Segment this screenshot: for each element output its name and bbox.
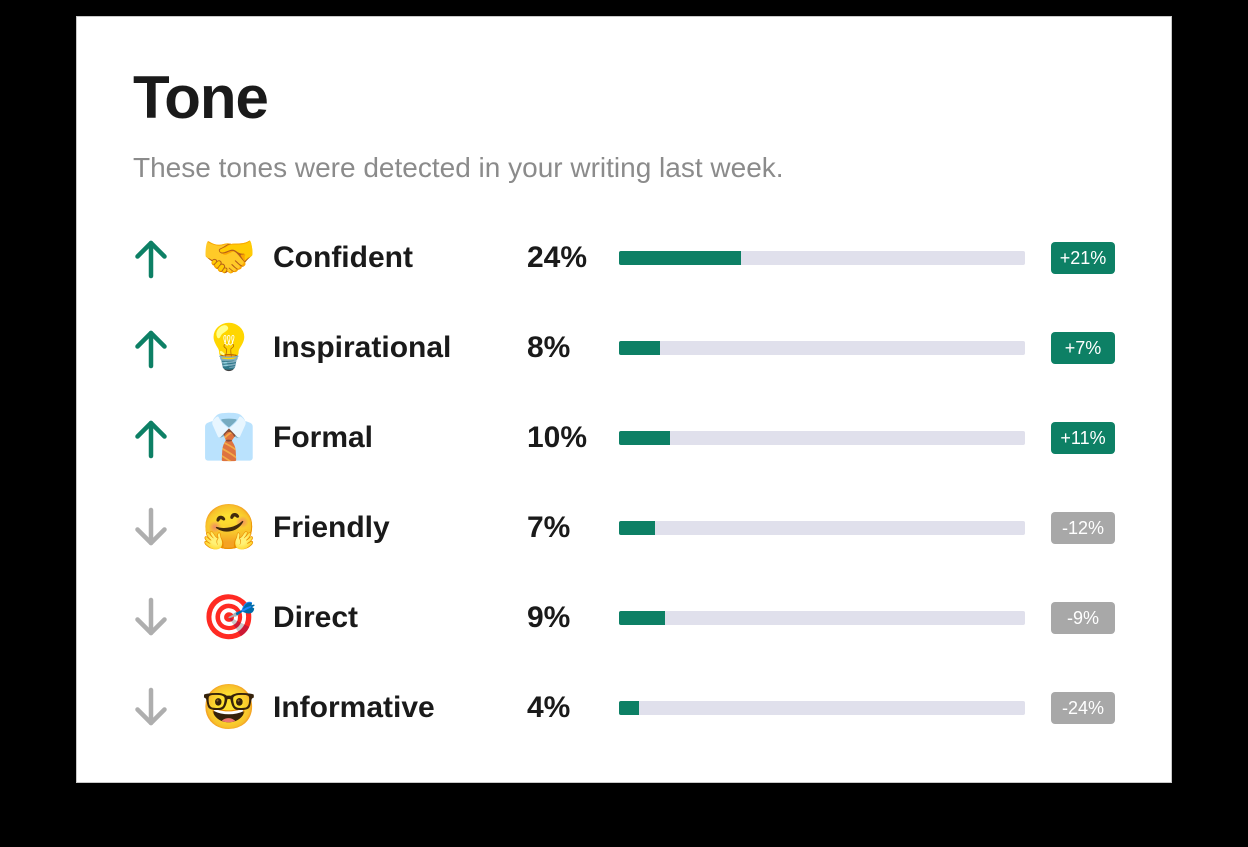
- tone-percent: 4%: [527, 691, 607, 725]
- tone-emoji-icon: 🤗: [197, 506, 261, 550]
- tone-percent: 7%: [527, 511, 607, 545]
- arrow-up-icon: [133, 237, 185, 279]
- bar-fill: [619, 701, 639, 715]
- tone-delta-badge: -12%: [1051, 512, 1115, 544]
- tone-emoji-icon: 🎯: [197, 596, 261, 640]
- tone-emoji-icon: 🤝: [197, 236, 261, 280]
- bar-track: [619, 431, 1025, 445]
- tone-bar: [619, 431, 1029, 445]
- bar-fill: [619, 431, 670, 445]
- bar-fill: [619, 251, 741, 265]
- tone-bar: [619, 701, 1029, 715]
- bar-track: [619, 341, 1025, 355]
- tone-percent: 24%: [527, 241, 607, 275]
- tone-delta-badge: +7%: [1051, 332, 1115, 364]
- bar-track: [619, 251, 1025, 265]
- arrow-down-icon: [133, 507, 185, 549]
- tone-delta-badge: +21%: [1051, 242, 1115, 274]
- tone-label: Confident: [273, 241, 515, 275]
- tone-emoji-icon: 👔: [197, 416, 261, 460]
- arrow-down-icon: [133, 597, 185, 639]
- tone-label: Informative: [273, 691, 515, 725]
- tone-row: 🤓 Informative 4% -24%: [133, 674, 1115, 742]
- arrow-up-icon: [133, 417, 185, 459]
- tone-card: Tone These tones were detected in your w…: [76, 16, 1172, 783]
- bar-fill: [619, 341, 660, 355]
- tone-label: Formal: [273, 421, 515, 455]
- tone-bar: [619, 341, 1029, 355]
- tone-percent: 9%: [527, 601, 607, 635]
- tone-percent: 8%: [527, 331, 607, 365]
- card-subtitle: These tones were detected in your writin…: [133, 152, 1115, 184]
- bar-fill: [619, 521, 655, 535]
- tone-row: 💡 Inspirational 8% +7%: [133, 314, 1115, 382]
- bar-fill: [619, 611, 665, 625]
- tone-rows: 🤝 Confident 24% +21% 💡 Inspirational 8% +7% 👔 For…: [133, 224, 1115, 742]
- tone-percent: 10%: [527, 421, 607, 455]
- arrow-down-icon: [133, 687, 185, 729]
- tone-label: Inspirational: [273, 331, 515, 365]
- tone-emoji-icon: 🤓: [197, 686, 261, 730]
- tone-delta-badge: -24%: [1051, 692, 1115, 724]
- bar-track: [619, 611, 1025, 625]
- tone-row: 🤗 Friendly 7% -12%: [133, 494, 1115, 562]
- arrow-up-icon: [133, 327, 185, 369]
- card-title: Tone: [133, 63, 1115, 132]
- tone-row: 👔 Formal 10% +11%: [133, 404, 1115, 472]
- tone-label: Direct: [273, 601, 515, 635]
- tone-delta-badge: -9%: [1051, 602, 1115, 634]
- tone-delta-badge: +11%: [1051, 422, 1115, 454]
- tone-emoji-icon: 💡: [197, 326, 261, 370]
- tone-label: Friendly: [273, 511, 515, 545]
- tone-bar: [619, 521, 1029, 535]
- bar-track: [619, 701, 1025, 715]
- tone-bar: [619, 251, 1029, 265]
- tone-row: 🎯 Direct 9% -9%: [133, 584, 1115, 652]
- bar-track: [619, 521, 1025, 535]
- tone-bar: [619, 611, 1029, 625]
- tone-row: 🤝 Confident 24% +21%: [133, 224, 1115, 292]
